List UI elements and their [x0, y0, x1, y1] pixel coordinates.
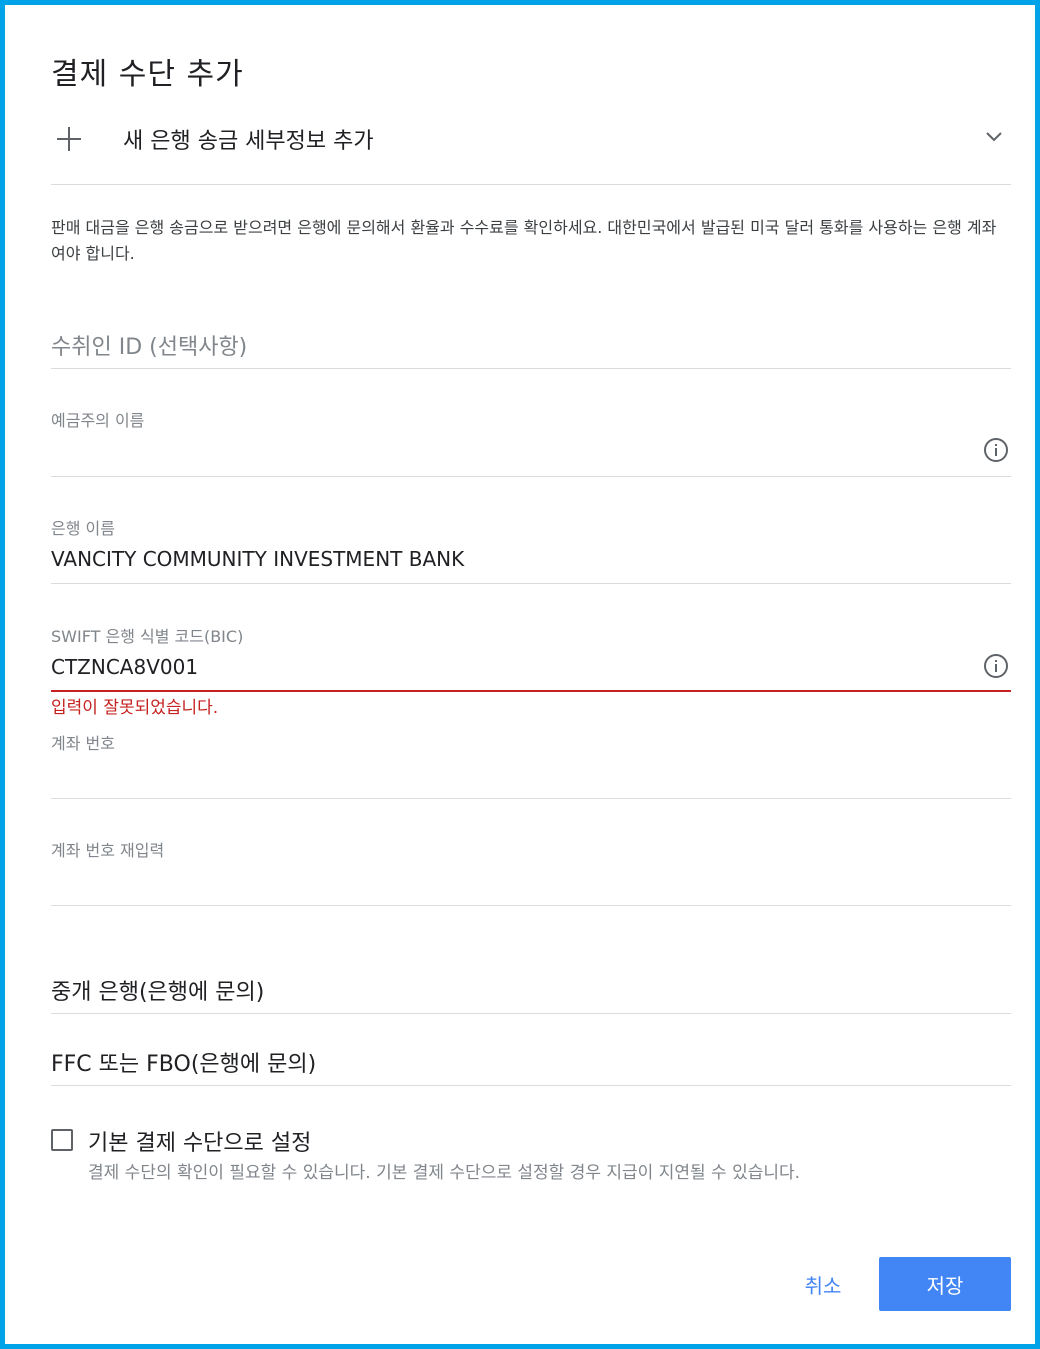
swift-code-field[interactable]: SWIFT 은행 식별 코드(BIC) CTZNCA8V001	[51, 613, 1011, 692]
add-bank-transfer-label: 새 은행 송금 세부정보 추가	[123, 129, 374, 154]
plus-icon	[57, 127, 81, 151]
account-holder-field[interactable]: 예금주의 이름	[51, 395, 1011, 477]
bank-name-field[interactable]: 은행 이름 VANCITY COMMUNITY INVESTMENT BANK	[51, 505, 1011, 584]
ffc-fbo-field[interactable]: FFC 또는 FBO(은행에 문의)	[51, 1032, 1011, 1086]
default-payment-label[interactable]: 기본 결제 수단으로 설정	[88, 1125, 311, 1157]
account-number-confirm-field[interactable]: 계좌 번호 재입력	[51, 827, 1011, 906]
bank-transfer-info: 판매 대금을 은행 송금으로 받으려면 은행에 문의해서 환율과 수수료를 확인…	[51, 218, 997, 263]
recipient-id-placeholder: 수취인 ID (선택사항)	[51, 335, 248, 360]
ffc-fbo-label: FFC 또는 FBO(은행에 문의)	[51, 1052, 317, 1077]
bank-name-value: VANCITY COMMUNITY INVESTMENT BANK	[51, 547, 465, 571]
window-frame: 결제 수단 추가 새 은행 송금 세부정보 추가 판매 대금을 은행 송금으로 …	[0, 0, 1040, 1349]
swift-error-message: 입력이 잘못되었습니다.	[51, 698, 219, 718]
add-bank-transfer-row[interactable]: 새 은행 송금 세부정보 추가	[51, 113, 1011, 185]
info-icon[interactable]	[983, 653, 1009, 679]
account-holder-label: 예금주의 이름	[51, 411, 145, 430]
bank-name-label: 은행 이름	[51, 519, 115, 538]
dialog-title: 결제 수단 추가	[51, 57, 244, 92]
swift-code-label: SWIFT 은행 식별 코드(BIC)	[51, 627, 244, 646]
chevron-down-icon[interactable]	[985, 127, 1003, 145]
account-number-confirm-label: 계좌 번호 재입력	[51, 841, 165, 860]
intermediary-bank-field[interactable]: 중개 은행(은행에 문의)	[51, 960, 1011, 1014]
intermediary-bank-label: 중개 은행(은행에 문의)	[51, 980, 265, 1005]
cancel-button[interactable]: 취소	[771, 1257, 875, 1311]
save-button[interactable]: 저장	[879, 1257, 1011, 1311]
account-number-field[interactable]: 계좌 번호	[51, 720, 1011, 799]
recipient-id-field[interactable]: 수취인 ID (선택사항)	[51, 315, 1011, 369]
info-icon[interactable]	[983, 437, 1009, 463]
account-number-label: 계좌 번호	[51, 734, 115, 753]
default-payment-checkbox[interactable]	[51, 1129, 73, 1151]
default-payment-note: 결제 수단의 확인이 필요할 수 있습니다. 기본 결제 수단으로 설정할 경우…	[88, 1163, 801, 1183]
swift-code-value: CTZNCA8V001	[51, 655, 199, 679]
